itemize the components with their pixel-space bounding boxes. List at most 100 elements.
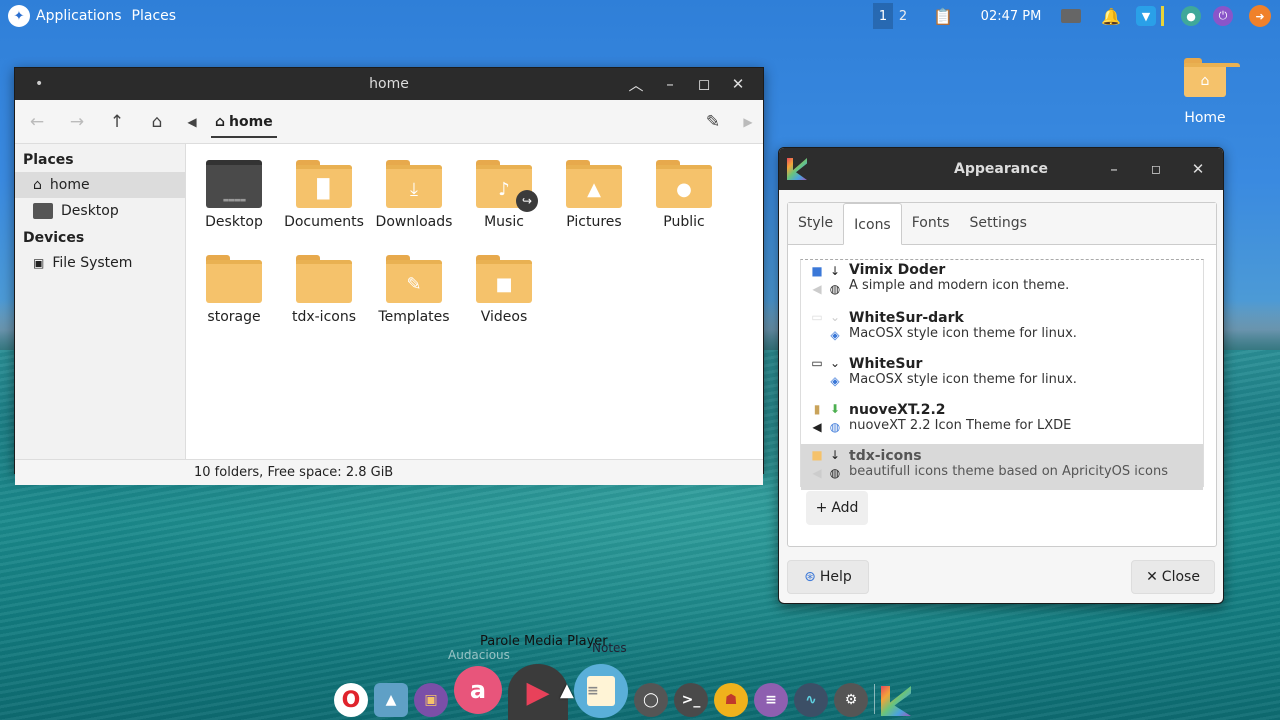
workspace-2[interactable]: 2 xyxy=(893,3,913,29)
display-icon[interactable] xyxy=(1051,0,1091,32)
theme-desc: MacOSX style icon theme for linux. xyxy=(849,326,1077,341)
home-crumb-icon: ⌂ xyxy=(215,114,226,130)
audacious-icon[interactable]: a xyxy=(454,666,502,714)
close-icon[interactable]: ✕ xyxy=(1181,148,1215,190)
back-icon[interactable]: ← xyxy=(17,100,57,144)
file-item-videos[interactable]: ■ Videos xyxy=(459,255,549,325)
desktop-home-icon[interactable]: ⌂ Home xyxy=(1176,58,1240,126)
file-item-tdx-icons[interactable]: tdx-icons xyxy=(279,255,369,325)
tab-style[interactable]: Style xyxy=(788,202,843,244)
list-item[interactable]: ■ ↓ ◀ ◍ Vimix Doder A simple and modern … xyxy=(801,260,1203,306)
genie-icon[interactable]: ☗ xyxy=(714,683,748,717)
forward-icon[interactable]: → xyxy=(57,100,97,144)
desktop-icon xyxy=(33,203,53,219)
fm-toolbar: ← → ↑ ⌂ ◀ ⌂ home ✎ ▶ xyxy=(15,100,763,144)
file-item-documents[interactable]: ▉ Documents xyxy=(279,160,369,230)
appearance-window: Appearance – ◻ ✕ Style Icons Fonts Setti… xyxy=(778,147,1224,604)
shade-icon[interactable]: ︿ xyxy=(619,68,653,100)
tab-icons[interactable]: Icons xyxy=(843,203,902,245)
edit-path-icon[interactable]: ✎ xyxy=(693,100,733,144)
window-menu-icon[interactable]: • xyxy=(35,76,43,92)
list-item[interactable]: ▭ ⌄ ◈ WhiteSur-dark MacOSX style icon th… xyxy=(801,306,1203,352)
globe-icon: ◍ xyxy=(829,282,841,296)
top-panel: ✦ Applications Places 1 2 📋 02:47 PM 🔔 ▼… xyxy=(0,0,1280,32)
file-item-pictures[interactable]: ▲ Pictures xyxy=(549,160,639,230)
file-item-public[interactable]: ● Public xyxy=(639,160,729,230)
tooltip-audacious: Audacious xyxy=(448,648,510,662)
terminal-icon[interactable]: >_ xyxy=(674,683,708,717)
file-item-music[interactable]: ♪ ↪ Music xyxy=(459,160,549,230)
close-button[interactable]: ✕ Close xyxy=(1131,560,1215,594)
globe-icon: ◍ xyxy=(829,420,841,434)
sidebar-item-label: home xyxy=(49,177,90,193)
sidebar-item-filesystem[interactable]: ▣ File System xyxy=(15,250,185,276)
add-label: Add xyxy=(831,500,859,516)
drive-icon: ▣ xyxy=(33,256,45,270)
file-item-templates[interactable]: ✎ Templates xyxy=(369,255,459,325)
list-item[interactable]: ▭ ⌄ ◈ WhiteSur MacOSX style icon theme f… xyxy=(801,352,1203,398)
list-item[interactable]: ▮ ⬇ ◀ ◍ nuoveXT.2.2 nuoveXT 2.2 Icon The… xyxy=(801,398,1203,444)
public-folder-icon: ● xyxy=(656,160,712,208)
add-theme-button[interactable]: + Add xyxy=(806,491,868,525)
fm-titlebar[interactable]: • home ︿ – ◻ ✕ xyxy=(15,68,763,100)
ap-titlebar[interactable]: Appearance – ◻ ✕ xyxy=(779,148,1223,190)
close-icon[interactable]: ✕ xyxy=(721,68,755,100)
user-icon[interactable]: ● xyxy=(1176,0,1206,32)
home-icon[interactable]: ⌂ xyxy=(137,100,177,144)
theme-desc: nuoveXT 2.2 Icon Theme for LXDE xyxy=(849,418,1072,433)
minimize-icon[interactable]: – xyxy=(653,68,687,100)
tab-settings[interactable]: Settings xyxy=(960,202,1037,244)
clipboard-icon[interactable]: 📋 xyxy=(923,0,963,32)
file-item-storage[interactable]: storage xyxy=(189,255,279,325)
up-icon[interactable]: ↑ xyxy=(97,100,137,144)
speaker-icon: ◀ xyxy=(812,420,822,434)
storage-folder-icon xyxy=(206,255,262,303)
notification-bell-icon[interactable]: 🔔 xyxy=(1091,0,1131,32)
sidebar-item-label: Desktop xyxy=(61,203,119,219)
places-menu[interactable]: Places xyxy=(132,8,177,24)
tooltip-notes: Notes xyxy=(592,641,627,655)
tab-fonts[interactable]: Fonts xyxy=(902,202,960,244)
notes-icon[interactable]: ≡ xyxy=(574,664,628,718)
opera-icon[interactable]: O xyxy=(334,683,368,717)
file-item-downloads[interactable]: ⤓ Downloads xyxy=(369,160,459,230)
package-icon[interactable]: ▣ xyxy=(414,683,448,717)
applications-menu[interactable]: ✦ Applications xyxy=(8,5,122,27)
speaker-icon: ◀ xyxy=(812,466,822,480)
power-icon[interactable]: ⏻ xyxy=(1206,0,1240,32)
path-right-icon[interactable]: ▶ xyxy=(733,100,763,144)
fm-body: Places ⌂ home Desktop Devices ▣ File Syste… xyxy=(15,144,763,459)
desktop-home-label: Home xyxy=(1184,110,1226,126)
path-left-icon[interactable]: ◀ xyxy=(177,100,207,144)
plus-icon: + xyxy=(815,500,828,516)
list-item[interactable]: ■ ↓ ◀ ◍ tdx-icons beautifull icons theme… xyxy=(801,444,1203,490)
folder-icon: ▮ xyxy=(813,402,821,416)
settings-gear-icon[interactable]: ⚙ xyxy=(834,683,868,717)
file-item-label: Downloads xyxy=(375,214,453,230)
sidebar-item-desktop[interactable]: Desktop xyxy=(15,198,185,224)
appearance-dock-icon[interactable] xyxy=(881,686,911,716)
image-viewer-icon[interactable]: ▲ xyxy=(374,683,408,717)
clock[interactable]: 02:47 PM xyxy=(971,9,1051,24)
maximize-icon[interactable]: ◻ xyxy=(1139,148,1173,190)
text-editor-icon[interactable]: ≡ xyxy=(754,683,788,717)
breadcrumb[interactable]: ⌂ home xyxy=(211,108,277,138)
symlink-emblem-icon: ↪ xyxy=(516,190,538,212)
parole-media-player-icon[interactable]: ▶ xyxy=(508,664,568,720)
chevron-down-icon: ⌄ xyxy=(829,310,841,324)
screenshot-icon[interactable]: ◯ xyxy=(634,683,668,717)
network-wifi-icon[interactable]: ▼ xyxy=(1131,0,1161,32)
theme-name: nuoveXT.2.2 xyxy=(849,402,946,418)
sidebar-item-home[interactable]: ⌂ home xyxy=(15,172,185,198)
workspace-1[interactable]: 1 xyxy=(873,3,893,29)
file-item-label: tdx-icons xyxy=(291,309,357,325)
system-monitor-icon[interactable]: ∿ xyxy=(794,683,828,717)
volume-level-icon[interactable] xyxy=(1161,6,1164,26)
tab-bar: Style Icons Fonts Settings xyxy=(788,203,1216,245)
maximize-icon[interactable]: ◻ xyxy=(687,68,721,100)
minimize-icon[interactable]: – xyxy=(1097,148,1131,190)
file-item-desktop[interactable]: Desktop xyxy=(189,160,279,230)
logout-icon[interactable]: ➜ xyxy=(1240,0,1280,32)
help-button[interactable]: ⊛ Help xyxy=(787,560,869,594)
file-item-label: Templates xyxy=(378,309,450,325)
